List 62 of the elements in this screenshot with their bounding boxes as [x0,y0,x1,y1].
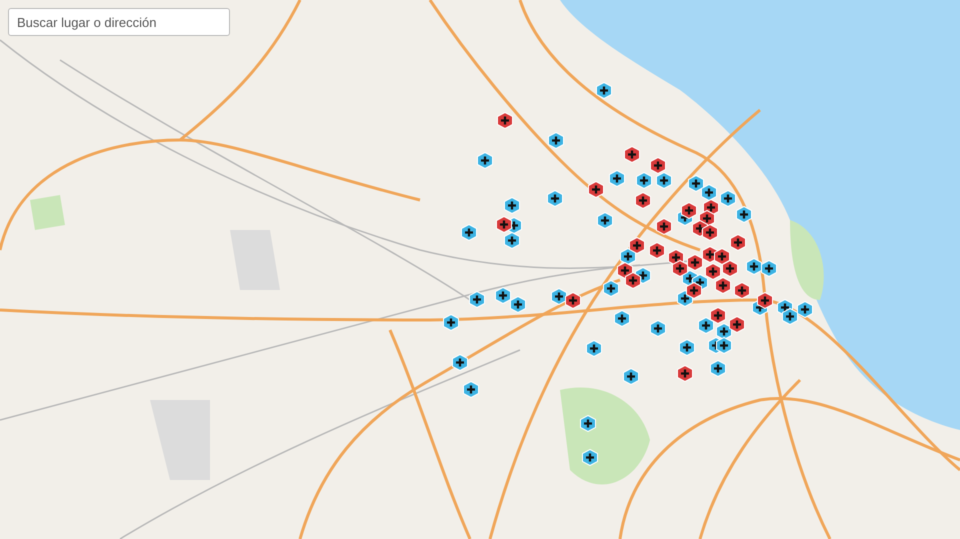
hospital-marker-icon[interactable] [463,381,479,398]
hospital-marker-icon[interactable] [548,132,564,149]
hospital-marker-icon[interactable] [461,224,477,241]
hospital-marker-icon[interactable] [679,339,695,356]
hospital-marker-icon[interactable] [625,272,641,289]
hospital-marker-icon[interactable] [729,316,745,333]
hospital-marker-icon[interactable] [582,449,598,466]
hospital-marker-icon[interactable] [687,254,703,271]
hospital-marker-icon[interactable] [597,212,613,229]
hospital-marker-icon[interactable] [650,320,666,337]
hospital-marker-icon[interactable] [722,260,738,277]
hospital-marker-icon[interactable] [635,192,651,209]
hospital-marker-icon[interactable] [443,314,459,331]
hospital-marker-icon[interactable] [761,260,777,277]
hospital-marker-icon[interactable] [715,277,731,294]
hospital-marker-icon[interactable] [596,82,612,99]
hospital-marker-icon[interactable] [565,292,581,309]
hospital-marker-icon[interactable] [710,307,726,324]
hospital-marker-icon[interactable] [609,170,625,187]
hospital-marker-icon[interactable] [710,360,726,377]
hospital-marker-icon[interactable] [797,301,813,318]
hospital-marker-icon[interactable] [716,337,732,354]
hospital-marker-icon[interactable] [649,242,665,259]
hospital-marker-icon[interactable] [547,190,563,207]
hospital-marker-icon[interactable] [677,365,693,382]
hospital-marker-icon[interactable] [477,152,493,169]
hospital-marker-icon[interactable] [510,296,526,313]
hospital-marker-icon[interactable] [720,190,736,207]
hospital-marker-icon[interactable] [614,310,630,327]
hospital-marker-icon[interactable] [702,224,718,241]
hospital-marker-icon[interactable] [730,234,746,251]
hospital-marker-icon[interactable] [624,146,640,163]
hospital-marker-icon[interactable] [495,287,511,304]
hospital-marker-icon[interactable] [688,175,704,192]
hospital-marker-icon[interactable] [734,282,750,299]
hospital-marker-icon[interactable] [504,197,520,214]
hospital-marker-icon[interactable] [580,415,596,432]
hospital-marker-icon[interactable] [656,218,672,235]
hospital-marker-icon[interactable] [701,184,717,201]
hospital-marker-icon[interactable] [623,368,639,385]
hospital-marker-icon[interactable] [736,206,752,223]
hospital-marker-icon[interactable] [782,308,798,325]
search-field[interactable]: Buscar lugar o dirección [8,8,230,36]
hospital-marker-icon[interactable] [497,112,513,129]
hospital-marker-icon[interactable] [650,157,666,174]
hospital-marker-icon[interactable] [757,292,773,309]
hospital-marker-icon[interactable] [705,263,721,280]
hospital-marker-icon[interactable] [603,280,619,297]
hospital-marker-icon[interactable] [588,181,604,198]
hospital-marker-icon[interactable] [698,317,714,334]
hospital-marker-icon[interactable] [586,340,602,357]
hospital-marker-icon[interactable] [629,237,645,254]
hospital-marker-icon[interactable] [636,172,652,189]
hospital-marker-icon[interactable] [452,354,468,371]
hospital-marker-icon[interactable] [469,291,485,308]
hospital-marker-icon[interactable] [496,216,512,233]
hospital-marker-icon[interactable] [746,258,762,275]
hospital-marker-icon[interactable] [656,172,672,189]
hospital-marker-icon[interactable] [672,260,688,277]
hospital-marker-icon[interactable] [504,232,520,249]
hospital-marker-icon[interactable] [681,202,697,219]
hospital-marker-icon[interactable] [686,282,702,299]
